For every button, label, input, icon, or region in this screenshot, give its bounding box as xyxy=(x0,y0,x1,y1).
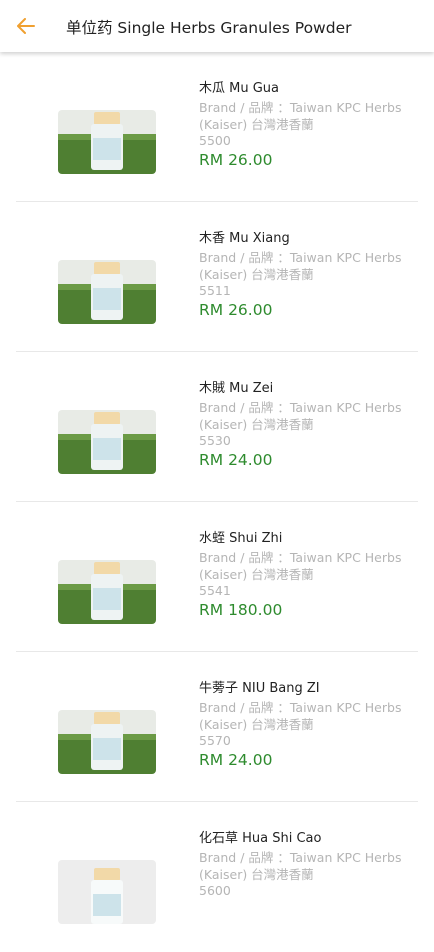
product-image xyxy=(58,410,156,474)
product-code: 5530 xyxy=(199,433,231,448)
product-code: 5570 xyxy=(199,733,231,748)
product-item[interactable]: 牛蒡子 NIU Bang ZI Brand / 品牌 ：Taiwan KPC H… xyxy=(0,652,434,802)
product-image xyxy=(58,560,156,624)
product-name: 木香 Mu Xiang xyxy=(199,231,290,246)
product-code: 5511 xyxy=(199,283,231,298)
product-brand: Brand / 品牌 ：Taiwan KPC Herbs (Kaiser) 台灣… xyxy=(199,850,402,882)
product-price: RM 180.00 xyxy=(199,601,283,619)
product-brand: Brand / 品牌 ：Taiwan KPC Herbs (Kaiser) 台灣… xyxy=(199,250,402,282)
product-brand: Brand / 品牌 ：Taiwan KPC Herbs (Kaiser) 台灣… xyxy=(199,400,402,432)
product-code: 5600 xyxy=(199,883,231,898)
product-item[interactable]: 木賊 Mu Zei Brand / 品牌 ：Taiwan KPC Herbs (… xyxy=(0,352,434,502)
product-name: 牛蒡子 NIU Bang ZI xyxy=(199,681,320,696)
product-brand: Brand / 品牌 ：Taiwan KPC Herbs (Kaiser) 台灣… xyxy=(199,100,402,132)
product-name: 木瓜 Mu Gua xyxy=(199,81,279,96)
product-name: 化石草 Hua Shi Cao xyxy=(199,831,322,846)
arrow-left-icon xyxy=(17,18,35,34)
product-image xyxy=(58,260,156,324)
product-item[interactable]: 木瓜 Mu Gua Brand / 品牌 ：Taiwan KPC Herbs (… xyxy=(0,52,434,202)
product-code: 5541 xyxy=(199,583,231,598)
product-price: RM 26.00 xyxy=(199,151,273,169)
product-image xyxy=(58,710,156,774)
back-button[interactable] xyxy=(12,12,40,40)
product-item[interactable]: 木香 Mu Xiang Brand / 品牌 ：Taiwan KPC Herbs… xyxy=(0,202,434,352)
product-item[interactable]: 化石草 Hua Shi Cao Brand / 品牌 ：Taiwan KPC H… xyxy=(0,802,434,952)
product-name: 水蛭 Shui Zhi xyxy=(199,531,283,546)
product-brand: Brand / 品牌 ：Taiwan KPC Herbs (Kaiser) 台灣… xyxy=(199,550,402,582)
product-list: 木瓜 Mu Gua Brand / 品牌 ：Taiwan KPC Herbs (… xyxy=(0,52,434,952)
app-bar: 单位药 Single Herbs Granules Powder xyxy=(0,0,434,52)
product-price: RM 24.00 xyxy=(199,451,273,469)
product-price: RM 26.00 xyxy=(199,301,273,319)
product-price: RM 24.00 xyxy=(199,751,273,769)
product-image xyxy=(58,860,156,924)
page-title: 单位药 Single Herbs Granules Powder xyxy=(66,19,352,37)
product-image xyxy=(58,110,156,174)
product-code: 5500 xyxy=(199,133,231,148)
product-name: 木賊 Mu Zei xyxy=(199,381,274,396)
product-brand: Brand / 品牌 ：Taiwan KPC Herbs (Kaiser) 台灣… xyxy=(199,700,402,732)
product-item[interactable]: 水蛭 Shui Zhi Brand / 品牌 ：Taiwan KPC Herbs… xyxy=(0,502,434,652)
